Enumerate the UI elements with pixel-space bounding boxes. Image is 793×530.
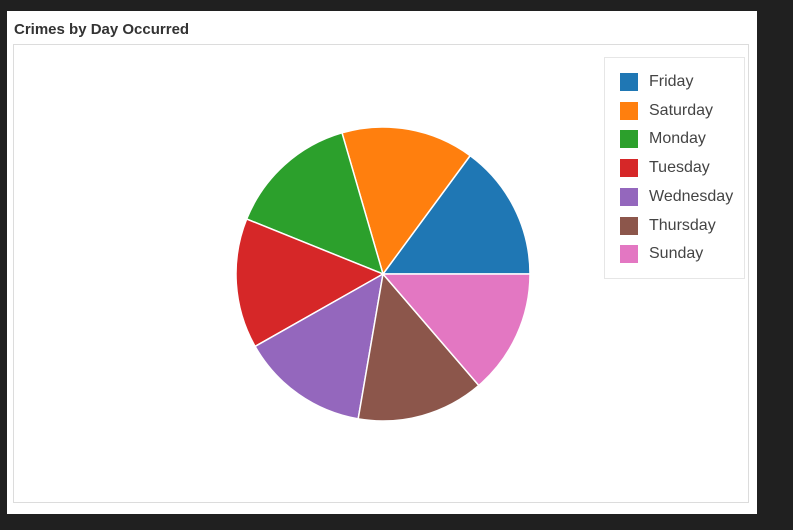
legend-item-tuesday[interactable]: Tuesday [620,158,710,178]
legend-label: Sunday [649,245,704,263]
legend-item-sunday[interactable]: Sunday [620,244,703,264]
chart-legend: Friday Saturday Monday Tuesday Wednesday Thur… [604,57,745,279]
legend-swatch [620,101,638,120]
legend-swatch [620,159,638,178]
legend-swatch [620,187,638,206]
legend-swatch [620,73,638,91]
legend-item-monday[interactable]: Monday [620,129,706,149]
legend-label: Saturday [649,101,714,119]
legend-label: Wednesday [649,187,734,205]
legend-label: Tuesday [649,159,710,177]
legend-item-saturday[interactable]: Saturday [620,101,713,121]
legend-item-wednesday[interactable]: Wednesday [620,187,733,207]
legend-label: Monday [649,130,706,148]
chart-area: Friday Saturday Monday Tuesday Wednesday Thur… [13,44,749,503]
legend-label: Thursday [649,216,716,234]
legend-item-thursday[interactable]: Thursday [620,216,716,236]
chart-panel: Crimes by Day Occurred Friday Saturday Mon… [7,11,757,514]
legend-swatch [620,245,638,264]
legend-item-friday[interactable]: Friday [620,72,693,92]
legend-swatch [620,130,638,149]
legend-label: Friday [649,73,694,90]
legend-swatch [620,216,638,235]
panel-title: Crimes by Day Occurred [14,21,190,38]
